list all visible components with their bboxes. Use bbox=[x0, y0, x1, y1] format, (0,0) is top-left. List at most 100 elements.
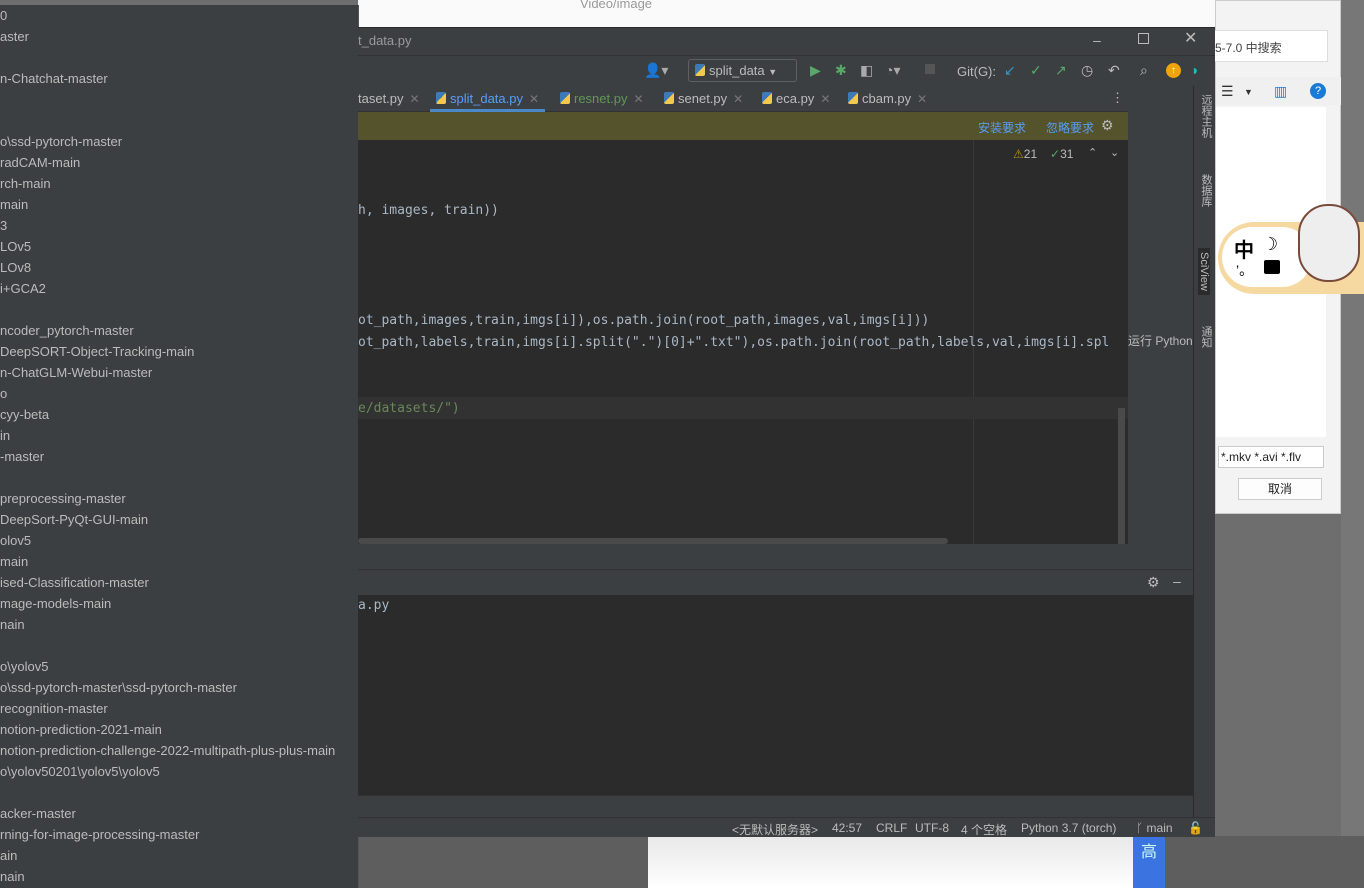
recent-project-item[interactable]: DeepSORT-Object-Tracking-main bbox=[0, 344, 194, 359]
editor-tab[interactable]: cbam.py ✕ bbox=[848, 86, 927, 112]
user-icon[interactable]: 👤▾ bbox=[644, 63, 668, 77]
update-icon[interactable]: ↑ bbox=[1166, 63, 1181, 78]
recent-project-item[interactable]: in bbox=[0, 428, 10, 443]
recent-project-item[interactable]: LOv8 bbox=[0, 260, 31, 275]
recent-project-item[interactable]: nain bbox=[0, 869, 25, 884]
prev-highlight-icon[interactable]: ⌃ bbox=[1088, 146, 1097, 159]
rollback-icon[interactable]: ↶ bbox=[1108, 63, 1120, 77]
code-editor[interactable]: ⚠21 ✓31 ⌃ ⌄ h, images, train)) ot_path,i… bbox=[358, 140, 1128, 544]
file-type-select[interactable]: *.mkv *.avi *.flv bbox=[1218, 446, 1324, 468]
recent-project-item[interactable]: n-Chatchat-master bbox=[0, 71, 108, 86]
recent-project-item[interactable]: ised-Classification-master bbox=[0, 575, 149, 590]
stop-icon[interactable] bbox=[925, 64, 935, 74]
run-config-select[interactable]: split_data ▼ bbox=[688, 59, 797, 82]
status-server[interactable]: <无默认服务器> bbox=[732, 821, 818, 838]
close-tab-icon[interactable]: ✕ bbox=[733, 92, 743, 106]
recent-project-item[interactable]: notion-prediction-2021-main bbox=[0, 722, 162, 737]
shirt-icon[interactable] bbox=[1264, 260, 1280, 274]
preview-pane-icon[interactable]: ▥ bbox=[1274, 84, 1287, 98]
recent-project-item[interactable]: o\yolov50201\yolov5\yolov5 bbox=[0, 764, 160, 779]
recent-project-item[interactable]: 0 bbox=[0, 8, 7, 23]
taskbar-item[interactable]: 高 bbox=[1133, 836, 1165, 888]
recent-project-item[interactable]: nain bbox=[0, 617, 25, 632]
recent-project-item[interactable]: main bbox=[0, 197, 28, 212]
close-tab-icon[interactable]: ✕ bbox=[633, 92, 643, 106]
recent-project-item[interactable]: LOv5 bbox=[0, 239, 31, 254]
search-icon[interactable]: ⌕ bbox=[1140, 63, 1148, 77]
run-console[interactable]: a.py bbox=[358, 595, 1193, 795]
next-highlight-icon[interactable]: ⌄ bbox=[1110, 146, 1119, 159]
status-branch[interactable]: ᚴ main bbox=[1136, 821, 1173, 835]
help-icon[interactable]: ? bbox=[1310, 83, 1326, 99]
profile-icon[interactable]: ◔▾ bbox=[885, 63, 900, 77]
recent-project-item[interactable]: -master bbox=[0, 449, 44, 464]
recent-project-item[interactable]: rning-for-image-processing-master bbox=[0, 827, 199, 842]
plugin-icon[interactable]: ◗ bbox=[1191, 63, 1199, 77]
recent-project-item[interactable]: radCAM-main bbox=[0, 155, 80, 170]
debug-icon[interactable]: ✱ bbox=[835, 63, 847, 77]
gear-icon[interactable]: ⚙ bbox=[1101, 118, 1114, 132]
horizontal-scrollbar[interactable] bbox=[358, 538, 948, 544]
editor-tab[interactable]: taset.py ✕ bbox=[358, 86, 420, 112]
history-icon[interactable]: ◷ bbox=[1081, 63, 1093, 77]
recent-project-item[interactable]: mage-models-main bbox=[0, 596, 111, 611]
recent-project-item[interactable]: n-ChatGLM-Webui-master bbox=[0, 365, 152, 380]
recent-project-item[interactable]: 3 bbox=[0, 218, 7, 233]
recent-project-item[interactable]: olov5 bbox=[0, 533, 31, 548]
editor-tab[interactable]: split_data.py ✕ bbox=[430, 86, 546, 112]
git-update-icon[interactable]: ↙ bbox=[1004, 63, 1016, 77]
punctuation-icon[interactable]: ’。 bbox=[1236, 260, 1253, 280]
inspection-warnings[interactable]: ⚠21 bbox=[1013, 147, 1037, 161]
cancel-button[interactable]: 取消 bbox=[1238, 478, 1322, 500]
editor-tab[interactable]: eca.py ✕ bbox=[762, 86, 830, 112]
tool-database[interactable]: 数据库 bbox=[1198, 174, 1214, 207]
tool-sciview[interactable]: SciView bbox=[1198, 248, 1210, 295]
minimize-panel-icon[interactable]: – bbox=[1173, 574, 1181, 588]
dialog-search-input[interactable]: 5-7.0 中搜索 bbox=[1214, 30, 1328, 62]
recent-project-item[interactable]: ncoder_pytorch-master bbox=[0, 323, 134, 338]
editor-tab[interactable]: senet.py ✕ bbox=[664, 86, 743, 112]
recent-project-item[interactable]: cyy-beta bbox=[0, 407, 49, 422]
close-tab-icon[interactable]: ✕ bbox=[917, 92, 927, 106]
ignore-requirements-link[interactable]: 忽略要求 bbox=[1046, 119, 1094, 136]
close-tab-icon[interactable]: ✕ bbox=[410, 92, 420, 106]
tool-remote-host[interactable]: 远程主机 bbox=[1198, 94, 1214, 138]
status-position[interactable]: 42:57 bbox=[832, 821, 862, 835]
recent-project-item[interactable]: recognition-master bbox=[0, 701, 108, 716]
status-encoding[interactable]: UTF-8 bbox=[915, 821, 949, 835]
ime-widget[interactable]: 中 ☽ ’。 bbox=[1218, 204, 1364, 294]
more-tabs-icon[interactable]: ⋮ bbox=[1111, 90, 1124, 106]
inspection-typos[interactable]: ✓31 bbox=[1050, 147, 1073, 161]
maximize-icon[interactable] bbox=[1138, 33, 1149, 44]
recent-project-item[interactable]: o\ssd-pytorch-master bbox=[0, 134, 122, 149]
coverage-icon[interactable]: ◧ bbox=[860, 63, 873, 77]
run-icon[interactable]: ▶ bbox=[810, 63, 821, 77]
recent-project-item[interactable]: DeepSort-PyQt-GUI-main bbox=[0, 512, 148, 527]
moon-icon[interactable]: ☽ bbox=[1262, 234, 1278, 255]
recent-project-item[interactable]: notion-prediction-challenge-2022-multipa… bbox=[0, 743, 335, 758]
gear-icon[interactable]: ⚙ bbox=[1147, 575, 1160, 589]
recent-project-item[interactable]: main bbox=[0, 554, 28, 569]
recent-project-item[interactable]: acker-master bbox=[0, 806, 76, 821]
close-tab-icon[interactable]: ✕ bbox=[529, 92, 539, 106]
tool-notifications[interactable]: 通知 bbox=[1198, 326, 1214, 348]
git-push-icon[interactable]: ↗ bbox=[1055, 63, 1067, 77]
recent-project-item[interactable]: aster bbox=[0, 29, 29, 44]
recent-project-item[interactable]: preprocessing-master bbox=[0, 491, 126, 506]
status-interpreter[interactable]: Python 3.7 (torch) bbox=[1021, 821, 1116, 835]
recent-project-item[interactable]: rch-main bbox=[0, 176, 51, 191]
recent-project-item[interactable]: o\ssd-pytorch-master\ssd-pytorch-master bbox=[0, 680, 237, 695]
install-requirements-link[interactable]: 安装要求 bbox=[978, 119, 1026, 136]
chevron-down-icon[interactable]: ▼ bbox=[1244, 85, 1253, 99]
view-menu-icon[interactable]: ☰ bbox=[1221, 84, 1234, 98]
minimize-icon[interactable]: – bbox=[1093, 33, 1101, 47]
recent-project-item[interactable]: i+GCA2 bbox=[0, 281, 46, 296]
close-icon[interactable]: ✕ bbox=[1184, 31, 1197, 47]
status-indent[interactable]: 4 个空格 bbox=[961, 821, 1007, 838]
lock-icon[interactable]: 🔓 bbox=[1188, 821, 1203, 835]
recent-project-item[interactable]: o bbox=[0, 386, 7, 401]
recent-project-item[interactable]: ain bbox=[0, 848, 17, 863]
vertical-scrollbar[interactable] bbox=[1118, 408, 1125, 544]
ime-mode[interactable]: 中 bbox=[1234, 234, 1254, 263]
git-commit-icon[interactable]: ✓ bbox=[1030, 63, 1042, 77]
